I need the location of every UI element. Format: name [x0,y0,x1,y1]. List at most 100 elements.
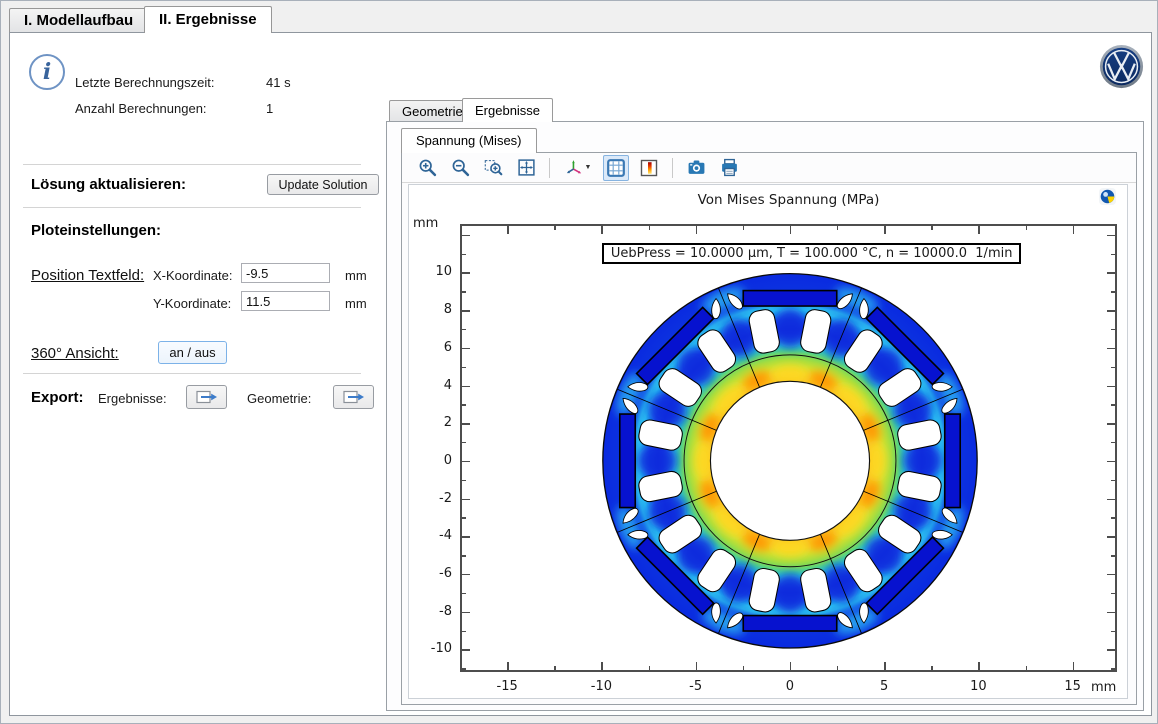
axis-tick [554,666,555,670]
axis-tick [1111,254,1115,255]
axis-tick [1107,272,1115,273]
y-coordinate-input[interactable] [241,291,330,311]
axis-tick [978,226,979,234]
axis-tick [462,291,466,292]
x-coordinate-unit: mm [345,268,367,283]
app-window: I. Modellaufbau II. Ergebnisse i Letzte … [0,0,1158,724]
axis-tick [1073,662,1074,670]
tab-modellaufbau[interactable]: I. Modellaufbau [9,8,148,33]
export-heading: Export: [31,389,84,406]
axis-tick [601,226,602,234]
axis-tick [1111,517,1115,518]
y-coordinate-label: Y-Koordinate: [153,296,231,311]
axis-tick [1107,461,1115,462]
axis-tick [462,235,470,236]
chevron-down-icon: ▼ [585,164,592,171]
plot-settings-heading: Ploteinstellungen: [31,222,161,239]
export-geometry-label: Geometrie: [247,391,311,406]
axis-tick [884,226,885,234]
axis-tick [462,499,470,500]
toolbar-separator [549,158,550,178]
grid-toggle-button[interactable] [603,155,629,181]
axis-tick [462,254,466,255]
axis-tick [462,404,466,405]
computation-count-value: 1 [266,101,273,116]
x-coordinate-label: X-Koordinate: [153,268,233,283]
zoom-extents-button[interactable] [513,155,539,181]
axis-tick [1111,291,1115,292]
axis-tick [1107,348,1115,349]
color-legend-toggle-button[interactable] [636,155,662,181]
axis-tick [507,662,508,670]
axis-tick [462,649,470,650]
snapshot-button[interactable] [683,155,709,181]
x-tick-label: 0 [786,679,794,694]
computation-count-label: Anzahl Berechnungen: [75,101,207,116]
axis-tick [1111,329,1115,330]
last-computation-time-label: Letzte Berechnungszeit: [75,75,214,90]
axis-tick [978,662,979,670]
axis-tick [743,226,744,230]
axis-tick [1111,593,1115,594]
update-solution-button[interactable]: Update Solution [267,174,379,195]
zoom-box-button[interactable] [480,155,506,181]
axis-tick [743,666,744,670]
update-solution-label: Lösung aktualisieren: [31,176,186,193]
axis-tick [1107,499,1115,500]
axis-tick [1107,235,1115,236]
export-arrow-icon [343,390,365,405]
axis-tick [790,662,791,670]
x-tick-label: 15 [1064,679,1081,694]
export-arrow-icon [196,390,218,405]
axis-tick [1107,574,1115,575]
axis-tick [837,666,838,670]
plot-tab-spannung-mises[interactable]: Spannung (Mises) [401,128,537,153]
grid-icon [607,159,625,177]
plot-annotation-box: UebPress = 10.0000 µm, T = 100.000 °C, n… [602,243,1022,264]
separator [23,164,361,165]
view-orientation-button[interactable]: ▼ [560,155,596,181]
axis-tick [649,226,650,230]
x-coordinate-input[interactable] [241,263,330,283]
zoom-out-button[interactable] [447,155,473,181]
vw-logo [1099,44,1144,89]
last-computation-time-value: 41 s [266,75,291,90]
axis-tick [1111,555,1115,556]
y-tick-label: 0 [412,453,452,468]
axis-tick [1111,668,1115,669]
view-tab-ergebnisse[interactable]: Ergebnisse [462,98,553,122]
separator [23,207,361,208]
axis-tick [554,226,555,230]
axis-tick [507,226,508,234]
axis-tick [1026,226,1027,230]
plot-graphics-area[interactable]: Von Mises Spannung (MPa) mm mm [408,184,1128,699]
export-results-button[interactable] [186,385,227,409]
view-360-toggle-button[interactable]: an / aus [158,341,227,364]
y-tick-label: -2 [412,491,452,506]
axis-tick [1111,480,1115,481]
axis-tick [462,668,466,669]
view-orientation-icon [565,158,584,177]
zoom-in-icon [418,158,437,177]
view-360-label: 360° Ansicht: [31,345,119,362]
printer-icon [720,158,739,177]
print-button[interactable] [716,155,742,181]
axis-tick [462,517,466,518]
axis-tick [462,348,470,349]
plot-toolbar: ▼ [402,153,1136,183]
tab-ergebnisse[interactable]: II. Ergebnisse [144,6,272,33]
axis-tick [696,662,697,670]
axis-tick [1107,649,1115,650]
axis-tick [1073,226,1074,234]
camera-icon [687,158,706,177]
zoom-in-button[interactable] [414,155,440,181]
comsol-icon [1099,188,1116,205]
axis-tick [462,480,466,481]
axis-tick [462,555,466,556]
axis-tick [601,662,602,670]
axis-tick [931,666,932,670]
plot-title: Von Mises Spannung (MPa) [460,192,1117,208]
info-icon: i [29,54,65,90]
export-geometry-button[interactable] [333,385,374,409]
tab-modellaufbau-label: I. Modellaufbau [24,12,133,29]
